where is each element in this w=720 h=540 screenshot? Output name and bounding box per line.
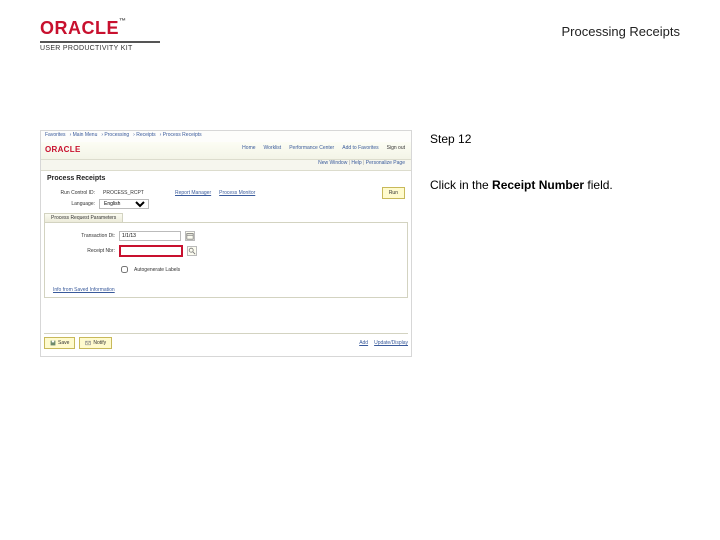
page-root: ORACLE™ USER PRODUCTIVITY KIT Processing… (0, 0, 720, 540)
brand-wordmark: ORACLE™ (40, 18, 127, 39)
receipt-number-input[interactable] (119, 245, 183, 257)
run-control-label: Run Control ID: (47, 190, 95, 196)
nav-add-favorites[interactable]: Add to Favorites (342, 145, 378, 151)
autogenerate-checkbox[interactable] (121, 266, 128, 273)
sub-header: New Window Help Personalize Page (41, 160, 411, 171)
app-screenshot: Favorites› Main Menu› Processing› Receip… (40, 130, 412, 357)
autogenerate-row: Autogenerate Labels (117, 263, 180, 276)
run-button[interactable]: Run (382, 187, 405, 199)
step-instructions: Step 12 Click in the Receipt Number fiel… (430, 130, 680, 194)
notify-button[interactable]: Notify (79, 337, 112, 349)
brand-divider (40, 41, 160, 43)
notify-icon (85, 340, 91, 346)
autogenerate-label: Autogenerate Labels (134, 267, 180, 273)
step-number: Step 12 (430, 130, 680, 148)
link-new-window[interactable]: New Window (318, 160, 347, 166)
document-title: Processing Receipts (562, 24, 681, 39)
add-button[interactable]: Add (357, 340, 368, 346)
transaction-date-row: Transaction Dt: (51, 231, 195, 241)
run-control-value: PROCESS_RCPT (103, 190, 167, 196)
parameters-box: Transaction Dt: Receipt Nbr: Autogenerat… (44, 222, 408, 298)
brand-subtitle: USER PRODUCTIVITY KIT (40, 45, 200, 52)
oracle-upk-logo: ORACLE™ USER PRODUCTIVITY KIT (40, 18, 200, 52)
step-text: Click in the Receipt Number field. (430, 176, 680, 194)
transaction-date-input[interactable] (119, 231, 181, 241)
footer-toolbar: Save Notify Add Update/Display (44, 333, 408, 350)
language-select[interactable]: English (99, 199, 149, 209)
receipt-number-row: Receipt Nbr: (51, 245, 197, 257)
link-personalize[interactable]: Personalize Page (363, 160, 405, 166)
save-button[interactable]: Save (44, 337, 75, 349)
nav-signout[interactable]: Sign out (387, 145, 405, 151)
parameters-tab: Process Request Parameters (44, 213, 123, 222)
app-logo: ORACLE (45, 145, 81, 154)
language-label: Language: (47, 201, 95, 207)
run-control-row: Run Control ID: PROCESS_RCPT Report Mana… (47, 187, 405, 199)
nav-performance[interactable]: Performance Center (289, 145, 334, 151)
nav-home[interactable]: Home (242, 145, 255, 151)
language-row: Language: English (47, 199, 405, 209)
receipt-number-label: Receipt Nbr: (51, 248, 115, 254)
saved-info-link[interactable]: Info from Saved Information (53, 287, 115, 293)
page-title: Process Receipts (47, 175, 105, 182)
link-report-manager[interactable]: Report Manager (175, 190, 211, 196)
nav-worklist[interactable]: Worklist (264, 145, 282, 151)
lookup-icon[interactable] (187, 246, 197, 256)
app-header: ORACLE Home Worklist Performance Center … (41, 142, 411, 160)
link-process-monitor[interactable]: Process Monitor (219, 190, 255, 196)
calendar-icon[interactable] (185, 231, 195, 241)
header-links: Home Worklist Performance Center Add to … (242, 145, 405, 151)
update-display-button[interactable]: Update/Display (372, 340, 408, 346)
save-icon (50, 340, 56, 346)
transaction-date-label: Transaction Dt: (51, 233, 115, 239)
link-help[interactable]: Help (349, 160, 362, 166)
